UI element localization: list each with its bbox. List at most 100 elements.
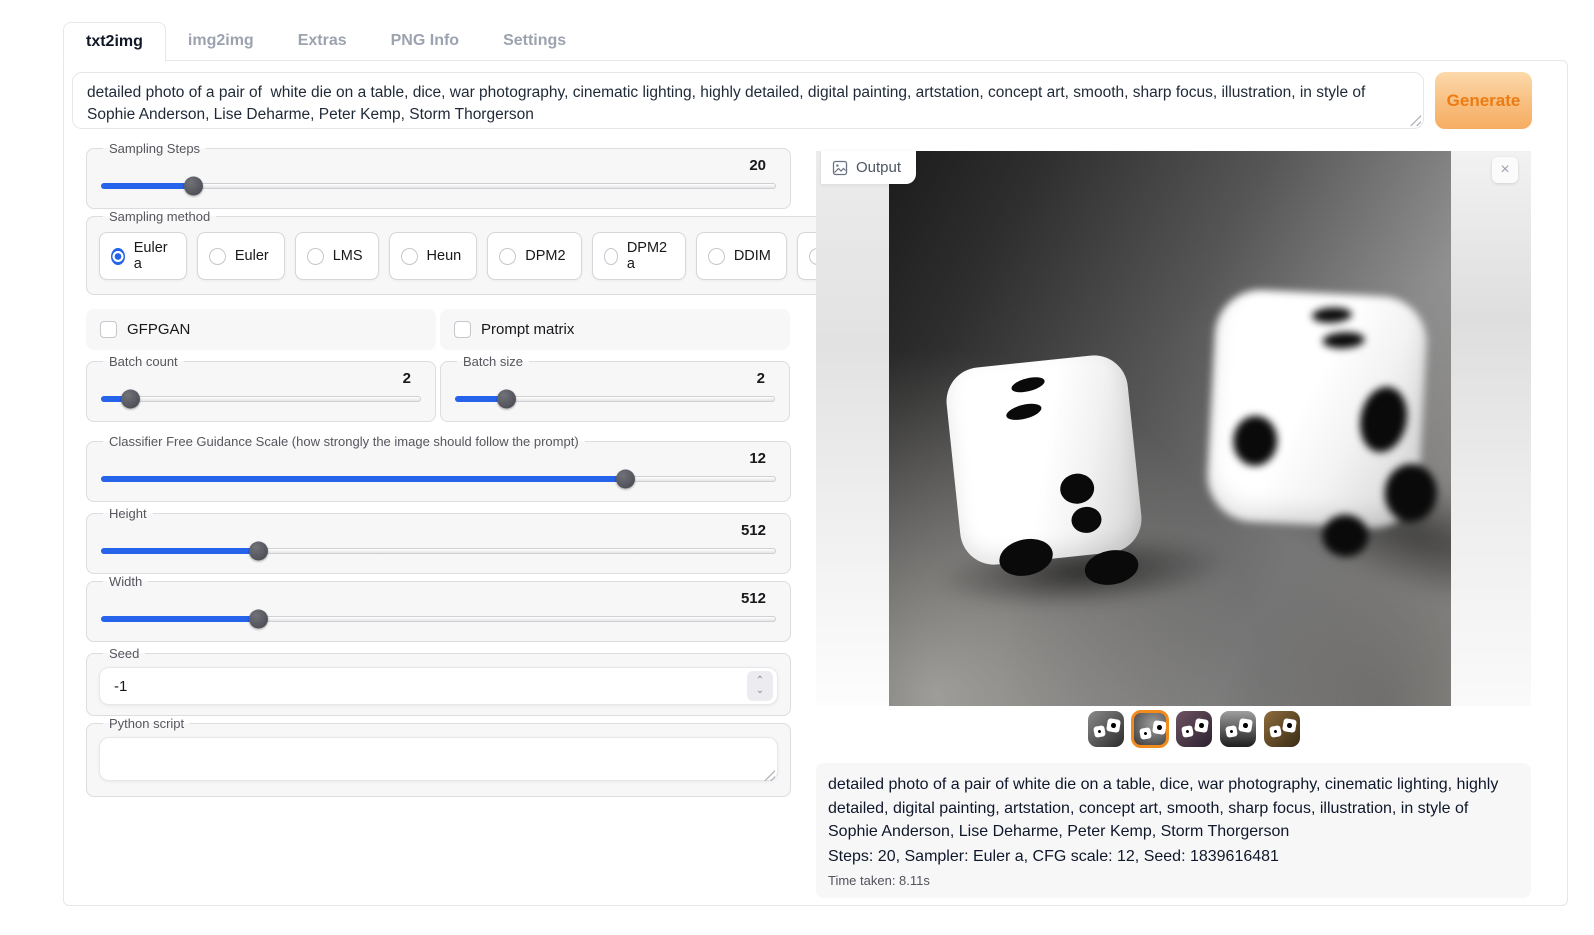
prompt-matrix-checkbox[interactable] xyxy=(454,321,471,338)
radio-label: Euler a xyxy=(134,240,171,272)
tab-extras[interactable]: Extras xyxy=(276,22,369,61)
radio-label: Euler xyxy=(235,248,269,264)
python-script-label: Python script xyxy=(103,716,190,731)
width-slider[interactable] xyxy=(101,616,776,622)
output-label: Output xyxy=(856,159,901,176)
radio-icon xyxy=(708,248,725,265)
height-label: Height xyxy=(103,506,153,521)
stable-diffusion-webui: txt2img img2img Extras PNG Info Settings… xyxy=(0,0,1594,935)
sampling-steps-value: 20 xyxy=(99,156,778,176)
image-letterbox-right xyxy=(1451,151,1531,706)
generation-info: detailed photo of a pair of white die on… xyxy=(816,763,1531,898)
batch-count-group: Batch count 2 xyxy=(86,354,436,422)
seed-script-block: Seed ⌃ ⌄ Python script xyxy=(86,646,791,797)
die-right xyxy=(1205,288,1429,531)
output-header: Output xyxy=(821,151,916,184)
sampling-option-euler-a[interactable]: Euler a xyxy=(99,232,187,280)
caption-time: Time taken: 8.11s xyxy=(828,873,1519,888)
sampling-option-heun[interactable]: Heun xyxy=(389,232,478,280)
tab-txt2img[interactable]: txt2img xyxy=(63,22,166,62)
gfpgan-label: GFPGAN xyxy=(127,321,190,338)
batch-size-label: Batch size xyxy=(457,354,529,369)
gfpgan-checkbox[interactable] xyxy=(100,321,117,338)
sampling-method-options: Euler a Euler LMS Heun DPM2 DPM2 a DDIM … xyxy=(99,232,890,280)
stepper-down-icon[interactable]: ⌄ xyxy=(756,686,764,696)
height-value: 512 xyxy=(99,521,778,541)
sampling-method-label: Sampling method xyxy=(103,209,216,224)
output-gallery xyxy=(1088,711,1300,747)
cfg-scale-label: Classifier Free Guidance Scale (how stro… xyxy=(103,434,585,449)
settings-column: Sampling Steps 20 Sampling method Euler … xyxy=(86,141,791,797)
gallery-thumbnail-5[interactable] xyxy=(1264,711,1300,747)
radio-icon xyxy=(111,248,125,265)
gallery-thumbnail-2[interactable] xyxy=(1131,710,1169,748)
gfpgan-cell: GFPGAN xyxy=(86,309,436,350)
sampling-option-dpm2[interactable]: DPM2 xyxy=(487,232,581,280)
radio-label: Heun xyxy=(427,248,462,264)
caption-params: Steps: 20, Sampler: Euler a, CFG scale: … xyxy=(828,845,1519,869)
caption-prompt: detailed photo of a pair of white die on… xyxy=(828,773,1519,844)
radio-label: DPM2 a xyxy=(627,240,670,272)
prompt-matrix-cell: Prompt matrix xyxy=(440,309,790,350)
sampling-option-lms[interactable]: LMS xyxy=(295,232,379,280)
sampling-steps-slider[interactable] xyxy=(101,183,776,189)
number-stepper[interactable]: ⌃ ⌄ xyxy=(747,671,773,701)
height-slider[interactable] xyxy=(101,548,776,554)
slider-knob[interactable] xyxy=(616,470,635,489)
sampling-method-group: Sampling method Euler a Euler LMS Heun D… xyxy=(86,209,903,295)
radio-label: DPM2 xyxy=(525,248,565,264)
die-left xyxy=(943,352,1145,568)
seed-label: Seed xyxy=(103,646,145,661)
tab-png-info[interactable]: PNG Info xyxy=(369,22,481,61)
tab-settings[interactable]: Settings xyxy=(481,22,588,61)
width-label: Width xyxy=(103,574,148,589)
radio-icon xyxy=(401,248,418,265)
radio-icon xyxy=(209,248,226,265)
radio-label: DDIM xyxy=(734,248,771,264)
radio-icon xyxy=(604,248,618,265)
height-group: Height 512 xyxy=(86,506,791,574)
batch-row: Batch count 2 Batch size 2 xyxy=(86,354,791,422)
generate-button[interactable]: Generate xyxy=(1435,72,1532,129)
slider-knob[interactable] xyxy=(249,610,268,629)
width-value: 512 xyxy=(99,589,778,609)
batch-count-value: 2 xyxy=(99,369,423,389)
batch-size-value: 2 xyxy=(453,369,777,389)
sampling-option-dpm2-a[interactable]: DPM2 a xyxy=(592,232,686,280)
sampling-steps-label: Sampling Steps xyxy=(103,141,206,156)
gallery-thumbnail-3[interactable] xyxy=(1176,711,1212,747)
tab-bar: txt2img img2img Extras PNG Info Settings xyxy=(63,22,588,61)
batch-size-group: Batch size 2 xyxy=(440,354,790,422)
seed-group: Seed ⌃ ⌄ xyxy=(86,646,791,716)
tab-img2img[interactable]: img2img xyxy=(166,22,276,61)
txt2img-panel: detailed photo of a pair of white die on… xyxy=(63,60,1568,906)
slider-knob[interactable] xyxy=(497,390,516,409)
sampling-option-euler[interactable]: Euler xyxy=(197,232,285,280)
batch-size-slider[interactable] xyxy=(455,396,775,402)
radio-icon xyxy=(499,248,516,265)
prompt-input[interactable]: detailed photo of a pair of white die on… xyxy=(72,72,1424,129)
generated-image[interactable] xyxy=(889,151,1451,706)
seed-input[interactable] xyxy=(99,667,778,705)
width-group: Width 512 xyxy=(86,574,791,642)
sampling-steps-group: Sampling Steps 20 xyxy=(86,141,791,209)
python-script-group: Python script xyxy=(86,716,791,797)
slider-knob[interactable] xyxy=(121,390,140,409)
toggles-row: GFPGAN Prompt matrix xyxy=(86,309,791,350)
gallery-thumbnail-1[interactable] xyxy=(1088,711,1124,747)
batch-count-slider[interactable] xyxy=(101,396,421,402)
image-icon xyxy=(832,160,848,176)
prompt-matrix-label: Prompt matrix xyxy=(481,321,574,338)
batch-count-label: Batch count xyxy=(103,354,184,369)
python-script-input[interactable] xyxy=(99,737,778,781)
output-panel: Output × xyxy=(816,151,1531,706)
cfg-scale-value: 12 xyxy=(99,449,778,469)
radio-icon xyxy=(307,248,324,265)
slider-knob[interactable] xyxy=(184,177,203,196)
cfg-scale-slider[interactable] xyxy=(101,476,776,482)
slider-knob[interactable] xyxy=(249,542,268,561)
close-icon[interactable]: × xyxy=(1492,157,1518,183)
gallery-thumbnail-4[interactable] xyxy=(1220,711,1256,747)
sampling-option-ddim[interactable]: DDIM xyxy=(696,232,787,280)
image-letterbox-left xyxy=(816,151,889,706)
